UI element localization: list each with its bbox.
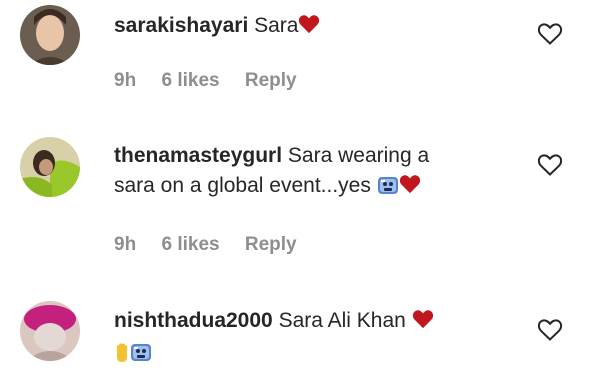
comment-text-line-2: sara on a global event...yes [114,174,371,197]
comment-username[interactable]: sarakishayari [114,14,248,37]
heart-icon[interactable] [537,22,563,46]
heart-emoji-icon [399,173,421,203]
reply-button[interactable]: Reply [245,234,297,255]
heart-icon[interactable] [537,318,563,342]
avatar[interactable] [20,301,80,361]
comment-text-line-1: Sara wearing a [287,144,430,167]
avatar[interactable] [20,137,80,197]
comment-meta: 9h 6 likes Reply [114,234,317,256]
comment-timestamp: 9h [114,70,137,91]
crying-face-emoji-icon [377,174,399,205]
comment-text: Sara [254,14,299,37]
heart-emoji-icon [298,13,320,43]
heart-emoji-icon [412,308,434,338]
crying-face-emoji-icon [130,341,152,372]
comment-meta: 9h 6 likes Reply [114,70,317,92]
comment-likes-count[interactable]: 6 likes [161,234,219,255]
comment-timestamp: 9h [114,234,137,255]
comment-username[interactable]: thenamasteygurl [114,144,282,167]
waving-hand-emoji-icon [114,341,130,372]
comment-likes-count[interactable]: 6 likes [161,70,219,91]
comment-text: Sara Ali Khan [278,309,406,332]
comments-list: sarakishayari Sara 9h 6 likes Reply then… [0,0,600,388]
comment-item: sarakishayari Sara 9h 6 likes Reply [0,0,600,120]
comment-item: nishthadua2000 Sara Ali Khan [0,290,600,388]
reply-button[interactable]: Reply [245,70,297,91]
comment-item: thenamasteygurl Sara wearing a sara on a… [0,125,600,275]
avatar[interactable] [20,5,80,65]
heart-icon[interactable] [537,153,563,177]
comment-username[interactable]: nishthadua2000 [114,309,273,332]
